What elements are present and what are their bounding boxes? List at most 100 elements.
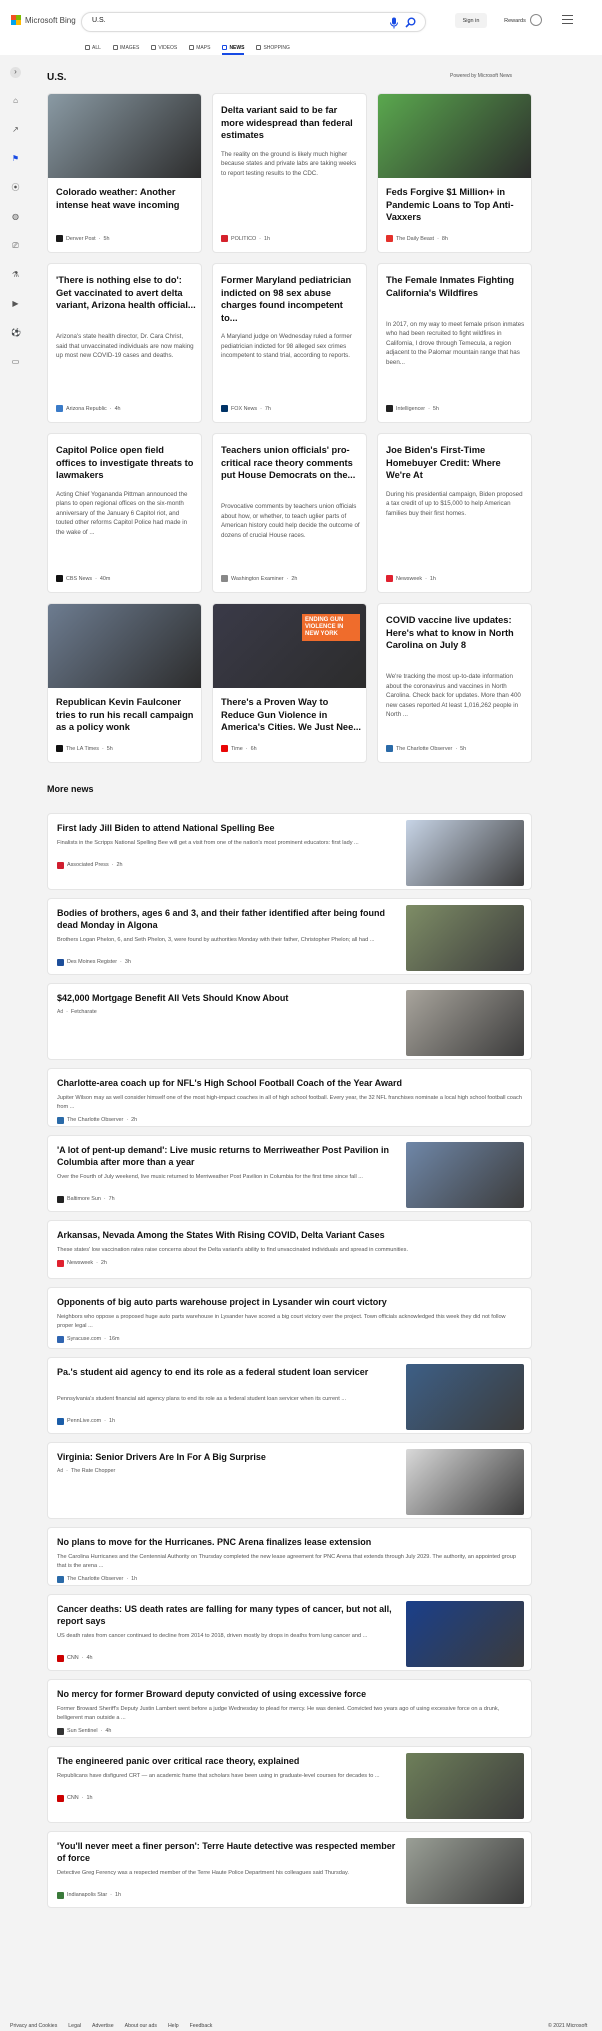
sports-icon[interactable]: ⚽	[11, 328, 21, 337]
row-headline[interactable]: First lady Jill Biden to attend National…	[57, 822, 397, 834]
expand-icon[interactable]: ›	[10, 67, 21, 78]
footer-link[interactable]: Legal	[68, 2023, 81, 2029]
footer-link[interactable]: Feedback	[190, 2023, 213, 2029]
news-row[interactable]: First lady Jill Biden to attend National…	[47, 813, 532, 890]
row-source[interactable]: CNN · 1h	[57, 1794, 92, 1802]
row-headline[interactable]: Pa.'s student aid agency to end its role…	[57, 1366, 397, 1378]
news-row[interactable]: No mercy for former Broward deputy convi…	[47, 1679, 532, 1738]
bing-logo[interactable]: Microsoft Bing	[11, 15, 76, 25]
card-headline[interactable]: Colorado weather: Another intense heat w…	[56, 186, 196, 211]
row-source[interactable]: Newsweek · 2h	[57, 1259, 107, 1267]
news-row[interactable]: Virginia: Senior Drivers Are In For A Bi…	[47, 1442, 532, 1519]
powered-by-label[interactable]: Powered by Microsoft News	[450, 73, 512, 79]
row-source[interactable]: Indianapolis Star · 1h	[57, 1891, 121, 1899]
tab-news[interactable]: NEWS	[222, 41, 245, 55]
news-card[interactable]: Feds Forgive $1 Million+ in Pandemic Loa…	[377, 93, 532, 253]
news-card[interactable]: Joe Biden's First-Time Homebuyer Credit:…	[377, 433, 532, 593]
footer-link[interactable]: Privacy and Cookies	[10, 2023, 57, 2029]
card-source[interactable]: Newsweek · 1h	[386, 575, 436, 582]
card-source[interactable]: The Daily Beast · 8h	[386, 235, 448, 242]
news-card[interactable]: Teachers union officials' pro-critical r…	[212, 433, 367, 593]
row-source[interactable]: Des Moines Register · 3h	[57, 958, 131, 966]
home-icon[interactable]: ⌂	[11, 96, 20, 105]
row-headline[interactable]: 'You'll never meet a finer person': Terr…	[57, 1840, 397, 1864]
news-card[interactable]: Colorado weather: Another intense heat w…	[47, 93, 202, 253]
search-box[interactable]	[81, 12, 426, 32]
card-headline[interactable]: Republican Kevin Faulconer tries to run …	[56, 696, 196, 734]
briefcase-icon[interactable]: ⎚	[11, 241, 20, 250]
card-source[interactable]: Time · 6h	[221, 745, 257, 752]
card-source[interactable]: The LA Times · 5h	[56, 745, 113, 752]
money-icon[interactable]: ▭	[11, 357, 20, 366]
tab-images[interactable]: IMAGES	[112, 41, 139, 54]
row-source[interactable]: Associated Press · 2h	[57, 861, 122, 869]
news-row[interactable]: Opponents of big auto parts warehouse pr…	[47, 1287, 532, 1349]
news-row[interactable]: Cancer deaths: US death rates are fallin…	[47, 1594, 532, 1671]
row-headline[interactable]: The engineered panic over critical race …	[57, 1755, 397, 1767]
row-source[interactable]: PennLive.com · 1h	[57, 1417, 115, 1425]
news-card[interactable]: Delta variant said to be far more widesp…	[212, 93, 367, 253]
news-card[interactable]: Republican Kevin Faulconer tries to run …	[47, 603, 202, 763]
row-headline[interactable]: No plans to move for the Hurricanes. PNC…	[57, 1536, 522, 1548]
news-card[interactable]: The Female Inmates Fighting California's…	[377, 263, 532, 423]
entertainment-icon[interactable]: ▶	[11, 299, 20, 308]
news-card[interactable]: Former Maryland pediatrician indicted on…	[212, 263, 367, 423]
footer-link[interactable]: Advertise	[92, 2023, 114, 2029]
rewards-link[interactable]: Rewards	[502, 13, 528, 28]
card-headline[interactable]: Delta variant said to be far more widesp…	[221, 104, 361, 142]
hamburger-menu-icon[interactable]	[562, 15, 573, 24]
news-card[interactable]: 'There is nothing else to do': Get vacci…	[47, 263, 202, 423]
card-headline[interactable]: Feds Forgive $1 Million+ in Pandemic Loa…	[386, 186, 526, 224]
card-headline[interactable]: COVID vaccine live updates: Here's what …	[386, 614, 526, 652]
medal-icon[interactable]	[530, 14, 542, 26]
row-source[interactable]: Syracuse.com · 16m	[57, 1335, 119, 1343]
news-card[interactable]: COVID vaccine live updates: Here's what …	[377, 603, 532, 763]
row-source[interactable]: The Charlotte Observer · 2h	[57, 1116, 137, 1124]
flag-icon[interactable]: ⚑	[11, 154, 20, 163]
news-row[interactable]: Pa.'s student aid agency to end its role…	[47, 1357, 532, 1434]
news-row[interactable]: 'A lot of pent-up demand': Live music re…	[47, 1135, 532, 1212]
news-row[interactable]: Charlotte-area coach up for NFL's High S…	[47, 1068, 532, 1127]
row-source[interactable]: The Charlotte Observer · 1h	[57, 1575, 137, 1583]
row-source[interactable]: Sun Sentinel · 4h	[57, 1727, 111, 1735]
card-headline[interactable]: Joe Biden's First-Time Homebuyer Credit:…	[386, 444, 526, 482]
card-source[interactable]: The Charlotte Observer · 5h	[386, 745, 466, 752]
news-card[interactable]: Capitol Police open field offices to inv…	[47, 433, 202, 593]
search-icon[interactable]	[405, 17, 416, 28]
trending-icon[interactable]: ↗	[11, 125, 20, 134]
news-row[interactable]: Arkansas, Nevada Among the States With R…	[47, 1220, 532, 1279]
row-source[interactable]: Ad · Fetcharate	[57, 1009, 97, 1015]
tab-videos[interactable]: VIDEOS	[151, 41, 177, 54]
sign-in-button[interactable]: Sign in	[455, 13, 487, 28]
row-source[interactable]: CNN · 4h	[57, 1654, 92, 1662]
card-source[interactable]: Washington Examiner · 2h	[221, 575, 297, 582]
row-headline[interactable]: $42,000 Mortgage Benefit All Vets Should…	[57, 992, 397, 1004]
news-row[interactable]: Bodies of brothers, ages 6 and 3, and th…	[47, 898, 532, 975]
card-source[interactable]: Intelligencer · 5h	[386, 405, 439, 412]
card-source[interactable]: CBS News · 40m	[56, 575, 110, 582]
tab-maps[interactable]: MAPS	[189, 41, 210, 54]
card-headline[interactable]: Former Maryland pediatrician indicted on…	[221, 274, 361, 324]
row-headline[interactable]: Cancer deaths: US death rates are fallin…	[57, 1603, 397, 1627]
card-headline[interactable]: The Female Inmates Fighting California's…	[386, 274, 526, 299]
card-headline[interactable]: There's a Proven Way to Reduce Gun Viole…	[221, 696, 361, 734]
news-row[interactable]: 'You'll never meet a finer person': Terr…	[47, 1831, 532, 1908]
footer-link[interactable]: Help	[168, 2023, 179, 2029]
row-headline[interactable]: 'A lot of pent-up demand': Live music re…	[57, 1144, 397, 1168]
news-card[interactable]: ENDING GUN VIOLENCE IN NEW YORK There's a…	[212, 603, 367, 763]
row-headline[interactable]: No mercy for former Broward deputy convi…	[57, 1688, 522, 1700]
card-source[interactable]: Denver Post · 5h	[56, 235, 109, 242]
science-icon[interactable]: ⚗	[11, 270, 20, 279]
card-headline[interactable]: Capitol Police open field offices to inv…	[56, 444, 196, 482]
news-row[interactable]: The engineered panic over critical race …	[47, 1746, 532, 1823]
row-headline[interactable]: Arkansas, Nevada Among the States With R…	[57, 1229, 522, 1241]
row-source[interactable]: Baltimore Sun · 7h	[57, 1195, 115, 1203]
row-headline[interactable]: Virginia: Senior Drivers Are In For A Bi…	[57, 1451, 397, 1463]
footer-link[interactable]: About our ads	[125, 2023, 157, 2029]
card-headline[interactable]: 'There is nothing else to do': Get vacci…	[56, 274, 196, 312]
row-headline[interactable]: Bodies of brothers, ages 6 and 3, and th…	[57, 907, 397, 931]
row-headline[interactable]: Opponents of big auto parts warehouse pr…	[57, 1296, 522, 1308]
row-source[interactable]: Ad · The Rate Chopper	[57, 1468, 115, 1474]
news-row[interactable]: No plans to move for the Hurricanes. PNC…	[47, 1527, 532, 1586]
row-headline[interactable]: Charlotte-area coach up for NFL's High S…	[57, 1077, 522, 1089]
